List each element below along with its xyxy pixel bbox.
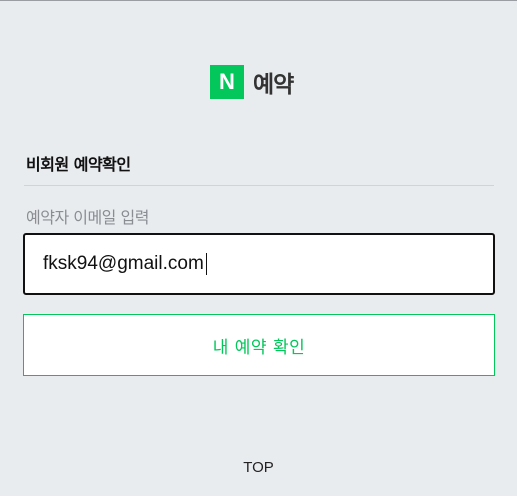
naver-logo-icon: N [210, 65, 244, 99]
text-cursor [205, 253, 207, 275]
email-field-label: 예약자 이메일 입력 [26, 208, 149, 227]
email-input[interactable]: fksk94@gmail.com [23, 233, 495, 295]
divider [24, 185, 494, 186]
naver-reservation-logo: N 예약 [210, 65, 294, 99]
scroll-to-top-link[interactable]: TOP [0, 459, 517, 476]
email-input-value: fksk94@gmail.com [43, 253, 204, 274]
page-title: 비회원 예약확인 [26, 155, 131, 174]
logo-title: 예약 [253, 72, 294, 98]
check-my-reservation-button[interactable]: 내 예약 확인 [23, 314, 495, 376]
